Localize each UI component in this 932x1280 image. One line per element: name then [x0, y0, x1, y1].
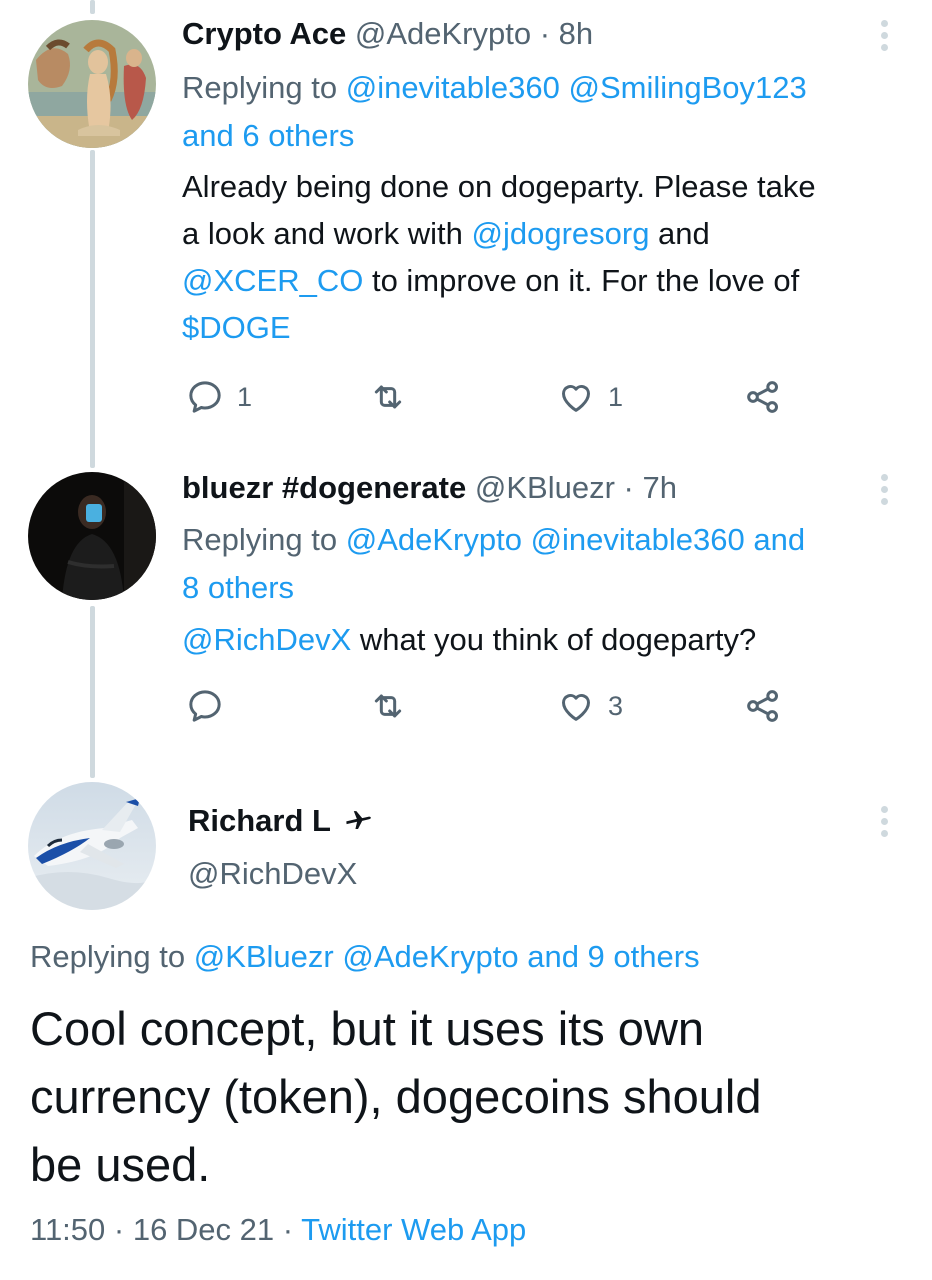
user-handle-row: @RichDevX	[188, 856, 357, 892]
reply-button[interactable]	[185, 686, 237, 726]
thread-line-2	[90, 606, 95, 778]
others-link[interactable]: 8 others	[182, 570, 294, 605]
mention-link[interactable]: @XCER_CO	[182, 263, 363, 298]
like-count: 1	[608, 381, 624, 412]
mention-link[interactable]: @SmilingBoy123	[569, 70, 807, 105]
share-button[interactable]	[743, 686, 783, 726]
reply-icon	[189, 690, 221, 722]
text-line: Cool concept, but it uses its own	[30, 1002, 705, 1055]
masked-person-avatar	[28, 472, 156, 600]
cashtag-link[interactable]: $DOGE	[182, 310, 291, 345]
heart-icon	[562, 694, 590, 721]
reply-count: 1	[237, 381, 253, 412]
avatar-crypto-ace[interactable]	[28, 20, 156, 148]
thread-line-1	[90, 150, 95, 468]
airplane-icon	[345, 811, 371, 829]
replying-to: Replying to @AdeKrypto @inevitable360 an…	[182, 516, 805, 612]
reply-icon	[189, 381, 221, 413]
retweet-button[interactable]	[368, 377, 408, 417]
mention-link[interactable]: @jdogresorg	[471, 216, 649, 251]
user-handle[interactable]: @RichDevX	[188, 856, 357, 891]
user-name-row: Richard L	[188, 803, 372, 839]
text-line: currency (token), dogecoins should	[30, 1070, 762, 1123]
heart-icon	[562, 385, 590, 412]
renaissance-painting-avatar	[28, 20, 156, 148]
mention-link[interactable]: @AdeKrypto	[346, 522, 522, 557]
others-link[interactable]: and	[753, 522, 805, 557]
display-name[interactable]: Richard L	[188, 803, 331, 838]
mention-link[interactable]: @inevitable360	[531, 522, 745, 557]
user-handle[interactable]: @AdeKrypto	[355, 16, 531, 51]
user-handle[interactable]: @KBluezr	[475, 470, 615, 505]
mention-link[interactable]: @KBluezr	[194, 939, 334, 974]
tweet-header: Crypto Ace @AdeKrypto · 8h	[182, 16, 593, 52]
tweet-text: @RichDevX what you think of dogeparty?	[182, 616, 922, 663]
mention-link[interactable]: @AdeKrypto	[342, 939, 518, 974]
share-button[interactable]	[743, 377, 783, 417]
timestamp[interactable]: 11:50 · 16 Dec 21 ·	[30, 1212, 301, 1247]
replying-prefix: Replying to	[182, 70, 346, 105]
tweet-meta: 11:50 · 16 Dec 21 · Twitter Web App	[30, 1212, 526, 1248]
avatar-bluezr[interactable]	[28, 472, 156, 600]
retweet-icon	[374, 385, 402, 409]
retweet-icon	[374, 694, 402, 718]
text-line: what you think of dogeparty?	[351, 622, 757, 657]
reply-button[interactable]: 1	[185, 377, 252, 417]
like-count: 3	[608, 690, 624, 721]
like-button[interactable]: 1	[556, 377, 623, 417]
text-line: a look and work with	[182, 216, 472, 251]
tweet-time[interactable]: 7h	[642, 470, 676, 505]
replying-to: Replying to @inevitable360 @SmilingBoy12…	[182, 64, 807, 160]
source-link[interactable]: Twitter Web App	[301, 1212, 526, 1247]
text-line: and	[649, 216, 710, 251]
replying-prefix: Replying to	[30, 939, 194, 974]
main-tweet-text: Cool concept, but it uses its own curren…	[30, 995, 910, 1199]
more-options-icon[interactable]	[879, 20, 889, 56]
tweet-header: bluezr #dogenerate @KBluezr · 7h	[182, 470, 677, 506]
share-icon	[747, 381, 778, 413]
others-link[interactable]: and 6 others	[182, 118, 354, 153]
separator: ·	[531, 16, 559, 51]
text-line: Already being done on dogeparty. Please …	[182, 169, 816, 204]
more-options-icon[interactable]	[879, 806, 889, 842]
replying-prefix: Replying to	[182, 522, 346, 557]
mention-link[interactable]: @RichDevX	[182, 622, 351, 657]
text-line: to improve on it. For the love of	[363, 263, 800, 298]
like-button[interactable]: 3	[556, 686, 623, 726]
mention-link[interactable]: @inevitable360	[346, 70, 560, 105]
avatar-richard-l[interactable]	[28, 782, 156, 910]
separator: ·	[614, 470, 643, 505]
others-link[interactable]: and 9 others	[527, 939, 699, 974]
display-name[interactable]: Crypto Ace	[182, 16, 346, 51]
jet-airplane-avatar	[28, 782, 156, 910]
more-options-icon[interactable]	[879, 474, 889, 510]
display-name[interactable]: bluezr #dogenerate	[182, 470, 466, 505]
tweet-time[interactable]: 8h	[559, 16, 593, 51]
share-icon	[747, 690, 778, 722]
replying-to: Replying to @KBluezr @AdeKrypto and 9 ot…	[30, 939, 700, 975]
retweet-button[interactable]	[368, 686, 408, 726]
text-line: be used.	[30, 1138, 211, 1191]
thread-line-top	[90, 0, 95, 14]
tweet-text: Already being done on dogeparty. Please …	[182, 163, 922, 351]
